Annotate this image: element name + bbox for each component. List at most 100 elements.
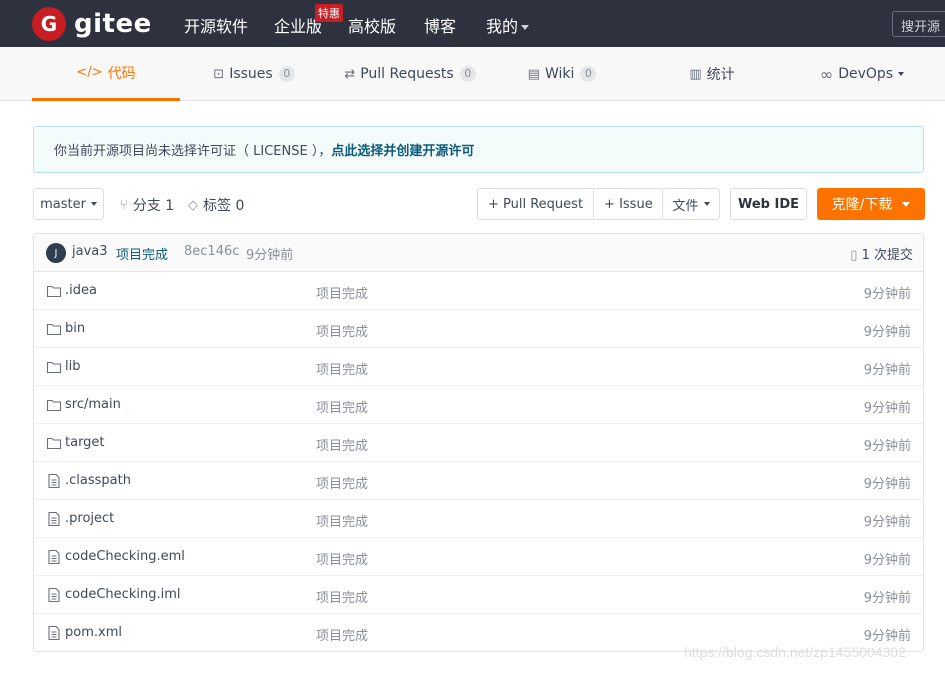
gitee-logo[interactable]: G gitee (32, 7, 152, 41)
branches-label: 分支 1 (132, 198, 175, 214)
hot-badge: 特惠 (315, 4, 343, 22)
code-icon: </> (76, 65, 103, 80)
file-name[interactable]: codeChecking.iml (65, 587, 180, 602)
web-ide-button[interactable]: Web IDE (730, 188, 807, 220)
tab-issues[interactable]: ⊡ Issues 0 (200, 47, 308, 101)
gitee-logo-icon: G (32, 7, 66, 41)
file-name[interactable]: .classpath (65, 473, 131, 488)
file-commit-message[interactable]: 项目完成 (316, 473, 368, 492)
table-row[interactable]: codeChecking.iml 项目完成 9分钟前 (34, 576, 923, 614)
file-name[interactable]: .project (65, 511, 114, 526)
file-commit-message[interactable]: 项目完成 (316, 283, 368, 302)
chevron-down-icon (703, 202, 710, 206)
tab-pull-requests-label: Pull Requests (360, 66, 454, 82)
table-row[interactable]: codeChecking.eml 项目完成 9分钟前 (34, 538, 923, 576)
commit-history-icon: ▯ (850, 248, 858, 263)
file-commit-time: 9分钟前 (863, 325, 911, 340)
repo-tabs: </> 代码 ⊡ Issues 0 ⇄ Pull Requests 0 ▤ Wi… (0, 47, 945, 101)
new-pull-request-button[interactable]: + Pull Request (478, 189, 593, 219)
clone-download-label: 克隆/下载 (831, 197, 893, 213)
file-commit-message[interactable]: 项目完成 (316, 549, 368, 568)
create-button-group: + Pull Request + Issue (477, 188, 664, 220)
file-commit-message[interactable]: 项目完成 (316, 435, 368, 454)
chevron-down-icon (898, 72, 905, 76)
commits-count-label: 1 次提交 (861, 248, 913, 263)
file-commit-message[interactable]: 项目完成 (316, 321, 368, 340)
commit-time: 9分钟前 (246, 248, 294, 263)
pull-request-icon: ⇄ (344, 66, 356, 82)
tab-stats[interactable]: ▥ 统计 (672, 47, 752, 101)
file-commit-time: 9分钟前 (863, 591, 911, 606)
tab-code[interactable]: </> 代码 (32, 47, 180, 101)
file-name[interactable]: bin (65, 321, 85, 336)
table-row[interactable]: src/main 项目完成 9分钟前 (34, 386, 923, 424)
table-row[interactable]: .idea 项目完成 9分钟前 (34, 272, 923, 310)
branches-link[interactable]: ⑂ 分支 1 (120, 195, 174, 215)
table-row[interactable]: lib 项目完成 9分钟前 (34, 348, 923, 386)
tag-icon: ◇ (188, 197, 198, 213)
file-name[interactable]: lib (65, 359, 80, 374)
tab-pull-requests[interactable]: ⇄ Pull Requests 0 (336, 47, 484, 101)
file-menu-label: 文件 (672, 198, 699, 214)
file-commit-time: 9分钟前 (863, 515, 911, 530)
file-commit-message[interactable]: 项目完成 (316, 625, 368, 644)
file-list: J java3 项目完成 8ec146c 9分钟前 ▯ 1 次提交 .idea 项… (33, 233, 924, 652)
file-name[interactable]: target (65, 435, 105, 450)
file-commit-time: 9分钟前 (863, 553, 911, 568)
folder-icon (46, 283, 62, 299)
tab-issues-label: Issues (229, 66, 273, 82)
tab-wiki-label: Wiki (544, 66, 575, 82)
nav-university[interactable]: 高校版 (348, 13, 396, 37)
table-row[interactable]: target 项目完成 9分钟前 (34, 424, 923, 462)
tab-devops[interactable]: ∞ DevOps (806, 47, 918, 101)
create-license-link[interactable]: 点此选择并创建开源许可 (331, 140, 474, 159)
commit-message[interactable]: 项目完成 (116, 244, 168, 263)
folder-icon (46, 397, 62, 413)
clone-download-button[interactable]: 克隆/下载 (817, 188, 925, 220)
table-row[interactable]: .classpath 项目完成 9分钟前 (34, 462, 923, 500)
tab-wiki[interactable]: ▤ Wiki 0 (514, 47, 610, 101)
nav-mine-label: 我的 (486, 17, 519, 36)
file-menu-button[interactable]: 文件 (662, 188, 720, 220)
branch-select-label: master (40, 196, 86, 212)
top-navbar: G gitee 开源软件 企业版 特惠 高校版 博客 我的 搜开源 (0, 0, 945, 47)
nav-open-source[interactable]: 开源软件 (184, 13, 248, 37)
table-row[interactable]: .project 项目完成 9分钟前 (34, 500, 923, 538)
commit-hash[interactable]: 8ec146c (184, 244, 239, 259)
table-row[interactable]: bin 项目完成 9分钟前 (34, 310, 923, 348)
chevron-down-icon (90, 202, 97, 206)
search-input[interactable]: 搜开源 (892, 11, 945, 37)
file-name[interactable]: pom.xml (65, 625, 122, 640)
nav-mine[interactable]: 我的 (486, 13, 530, 37)
nav-blog[interactable]: 博客 (424, 13, 456, 37)
file-icon (46, 473, 62, 489)
avatar[interactable]: J (46, 243, 66, 263)
file-name[interactable]: src/main (65, 397, 121, 412)
tab-stats-label: 统计 (706, 67, 735, 83)
file-commit-time: 9分钟前 (863, 287, 911, 302)
file-commit-time: 9分钟前 (863, 629, 911, 644)
new-issue-button[interactable]: + Issue (593, 189, 663, 219)
chevron-down-icon (521, 25, 530, 30)
latest-commit-bar: J java3 项目完成 8ec146c 9分钟前 ▯ 1 次提交 (34, 234, 923, 272)
file-icon (46, 587, 62, 603)
commits-count-link[interactable]: ▯ 1 次提交 (850, 244, 913, 263)
file-name[interactable]: codeChecking.eml (65, 549, 185, 564)
file-name[interactable]: .idea (65, 283, 97, 298)
file-commit-message[interactable]: 项目完成 (316, 397, 368, 416)
issues-icon: ⊡ (213, 66, 225, 82)
file-commit-message[interactable]: 项目完成 (316, 511, 368, 530)
file-commit-message[interactable]: 项目完成 (316, 359, 368, 378)
file-commit-time: 9分钟前 (863, 401, 911, 416)
pull-requests-count: 0 (459, 66, 476, 82)
license-notice: 你当前开源项目尚未选择许可证（ LICENSE ）， 点此选择并创建开源许可 (33, 126, 924, 173)
commit-author[interactable]: java3 (72, 244, 108, 259)
file-commit-time: 9分钟前 (863, 439, 911, 454)
issues-count: 0 (278, 66, 295, 82)
tags-link[interactable]: ◇ 标签 0 (188, 195, 244, 215)
branch-select[interactable]: master (33, 188, 104, 220)
file-commit-message[interactable]: 项目完成 (316, 587, 368, 606)
folder-icon (46, 321, 62, 337)
wiki-count: 0 (580, 66, 597, 82)
tab-devops-label: DevOps (838, 66, 894, 82)
